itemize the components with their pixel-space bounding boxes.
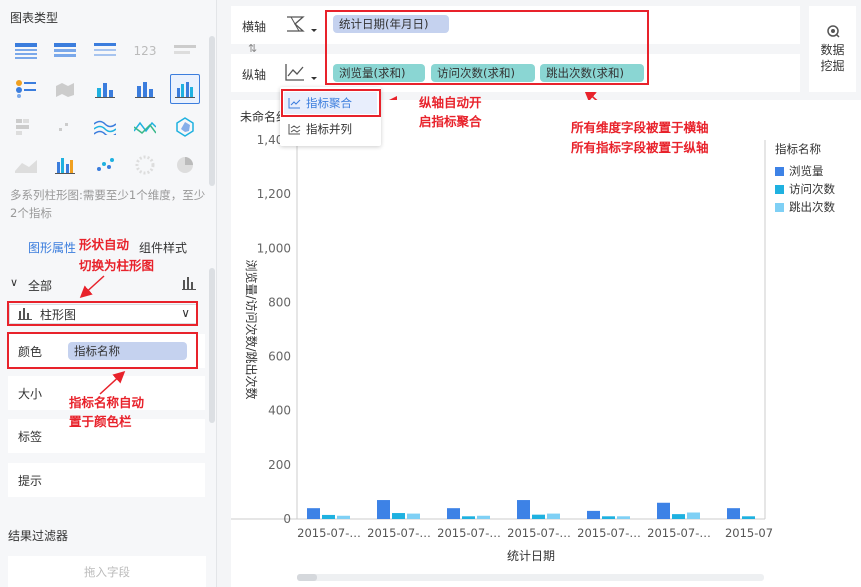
x-tick-label: 2015-07-… [297, 526, 361, 540]
bar-3 [617, 516, 630, 519]
highlight-axis-fields [325, 10, 649, 85]
bar-1 [517, 500, 530, 519]
x-axis-type-icon[interactable] [285, 15, 317, 38]
y-axis-type-icon[interactable] [285, 63, 317, 86]
y-tick-label: 600 [268, 350, 291, 364]
swap-axes-icon[interactable]: ⇅ [248, 42, 257, 55]
x-tick-label: 2015-07 [725, 526, 773, 540]
data-mining-button[interactable]: 数据 挖掘 [809, 6, 856, 92]
popup-item-parallel[interactable]: 指标并列 [284, 118, 377, 140]
parallel-icon [288, 123, 301, 135]
y-tick-label: 0 [283, 512, 291, 526]
bar-2 [322, 514, 335, 519]
x-axis-title: 统计日期 [507, 549, 555, 563]
legend-swatch [775, 166, 784, 176]
legend-label: 浏览量 [789, 164, 824, 178]
legend-item-bounces[interactable]: 跳出次数 [775, 199, 835, 215]
bar-3 [477, 515, 490, 519]
data-mining-label-1: 数据 [820, 43, 845, 57]
legend-title: 指标名称 [775, 142, 821, 156]
x-tick-label: 2015-07-… [647, 526, 711, 540]
legend-label: 访问次数 [789, 182, 835, 196]
bar-1 [377, 500, 390, 519]
bar-1 [587, 510, 600, 519]
data-mining-label-2: 挖掘 [820, 59, 845, 73]
y-tick-label: 200 [268, 458, 291, 472]
bar-1 [447, 508, 460, 519]
bar-2 [672, 514, 685, 519]
bar-1 [727, 508, 740, 519]
x-tick-label: 2015-07-… [507, 526, 571, 540]
y-tick-label: 1,200 [257, 187, 291, 201]
annotation-dims-auto: 所有维度字段被置于横轴 [571, 120, 709, 135]
highlight-aggregate [281, 89, 381, 117]
legend-swatch [775, 202, 784, 212]
popup-parallel-label: 指标并列 [306, 122, 352, 136]
y-tick-label: 400 [268, 404, 291, 418]
bar-2 [742, 516, 755, 519]
bar-2 [532, 514, 545, 519]
legend-label: 跳出次数 [789, 200, 835, 214]
legend-item-visits[interactable]: 访问次数 [775, 181, 835, 197]
annotation-yaxis-auto: 纵轴自动开 [419, 95, 482, 110]
data-mining-icon [826, 24, 840, 42]
bar-3 [407, 513, 420, 519]
bar-2 [462, 516, 475, 519]
y-axis-label: 纵轴 [242, 68, 267, 82]
bar-chart: 1,4001,2001,0008006004002000浏览量/访问次数/跳出次… [231, 133, 773, 563]
bar-1 [657, 502, 670, 519]
bar-2 [392, 513, 405, 519]
y-axis-title: 浏览量/访问次数/跳出次数 [244, 259, 259, 399]
bar-3 [687, 512, 700, 519]
y-tick-label: 1,000 [257, 241, 291, 255]
x-axis-label: 横轴 [242, 20, 267, 34]
chart-h-scroll-thumb[interactable] [297, 574, 317, 581]
annotation-yaxis-auto-2: 启指标聚合 [419, 114, 482, 129]
bar-3 [337, 515, 350, 519]
x-tick-label: 2015-07-… [577, 526, 641, 540]
chart-h-scrollbar[interactable] [297, 574, 764, 581]
bar-2 [602, 516, 615, 519]
x-tick-label: 2015-07-… [437, 526, 501, 540]
bar-3 [547, 513, 560, 519]
legend-swatch [775, 184, 784, 194]
annotation-metrics-auto: 所有指标字段被置于纵轴 [571, 140, 709, 155]
y-tick-label: 800 [268, 295, 291, 309]
legend-item-pageviews[interactable]: 浏览量 [775, 163, 824, 179]
x-tick-label: 2015-07-… [367, 526, 431, 540]
bar-1 [307, 508, 320, 519]
